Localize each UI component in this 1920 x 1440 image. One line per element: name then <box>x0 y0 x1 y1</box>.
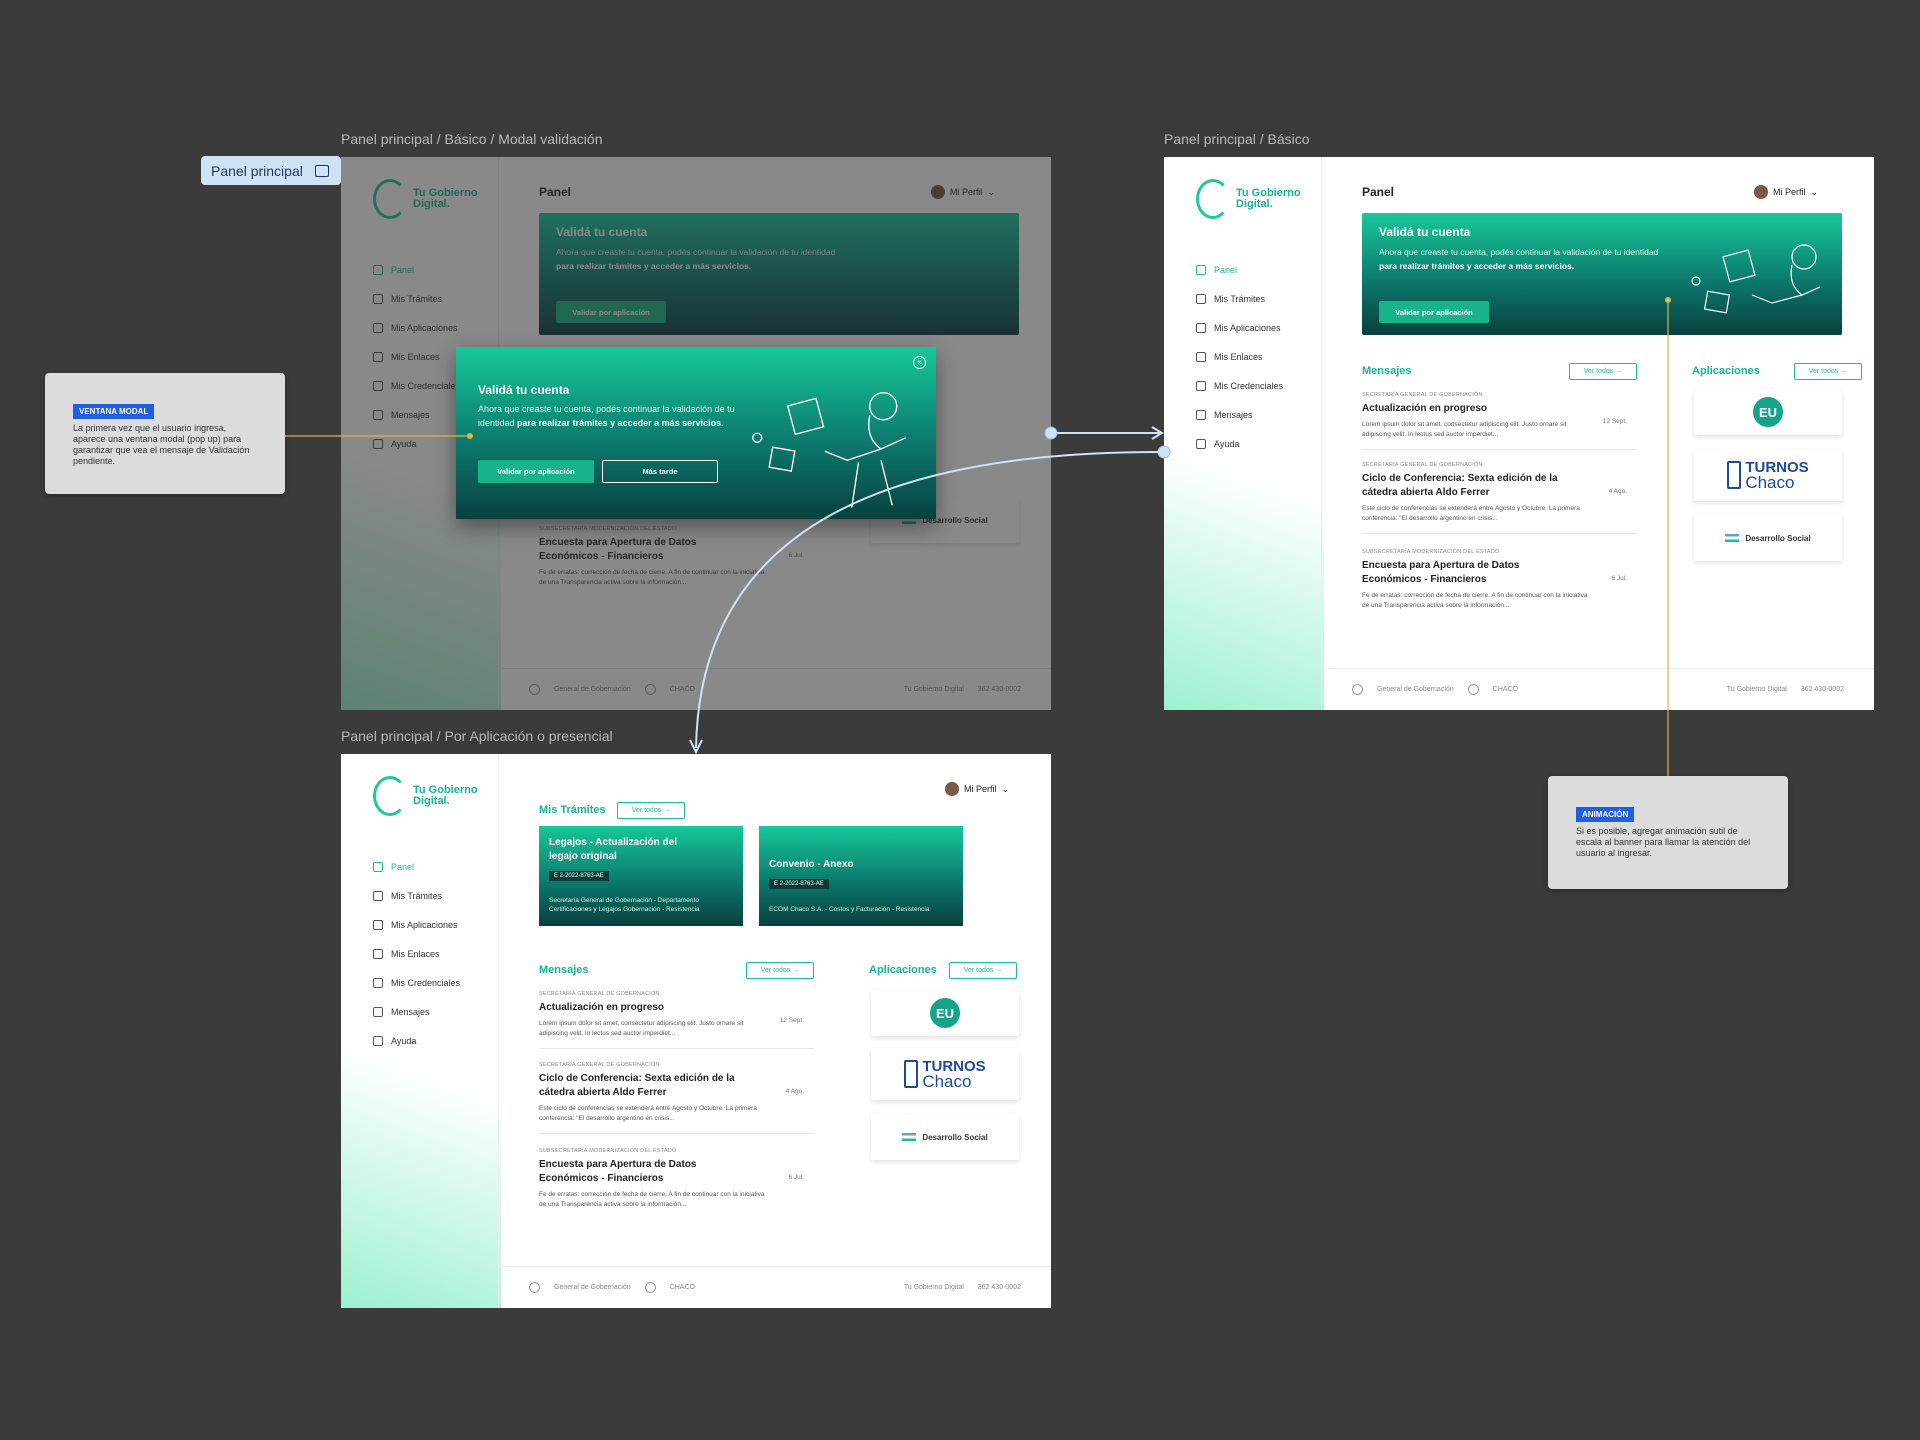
flow-arrow <box>695 451 1159 749</box>
connector-handle[interactable] <box>1044 426 1058 440</box>
flow-connectors <box>285 297 1671 776</box>
connector-dot <box>1665 297 1671 303</box>
connector-handle[interactable] <box>1157 445 1171 459</box>
connector-dot <box>467 433 473 439</box>
